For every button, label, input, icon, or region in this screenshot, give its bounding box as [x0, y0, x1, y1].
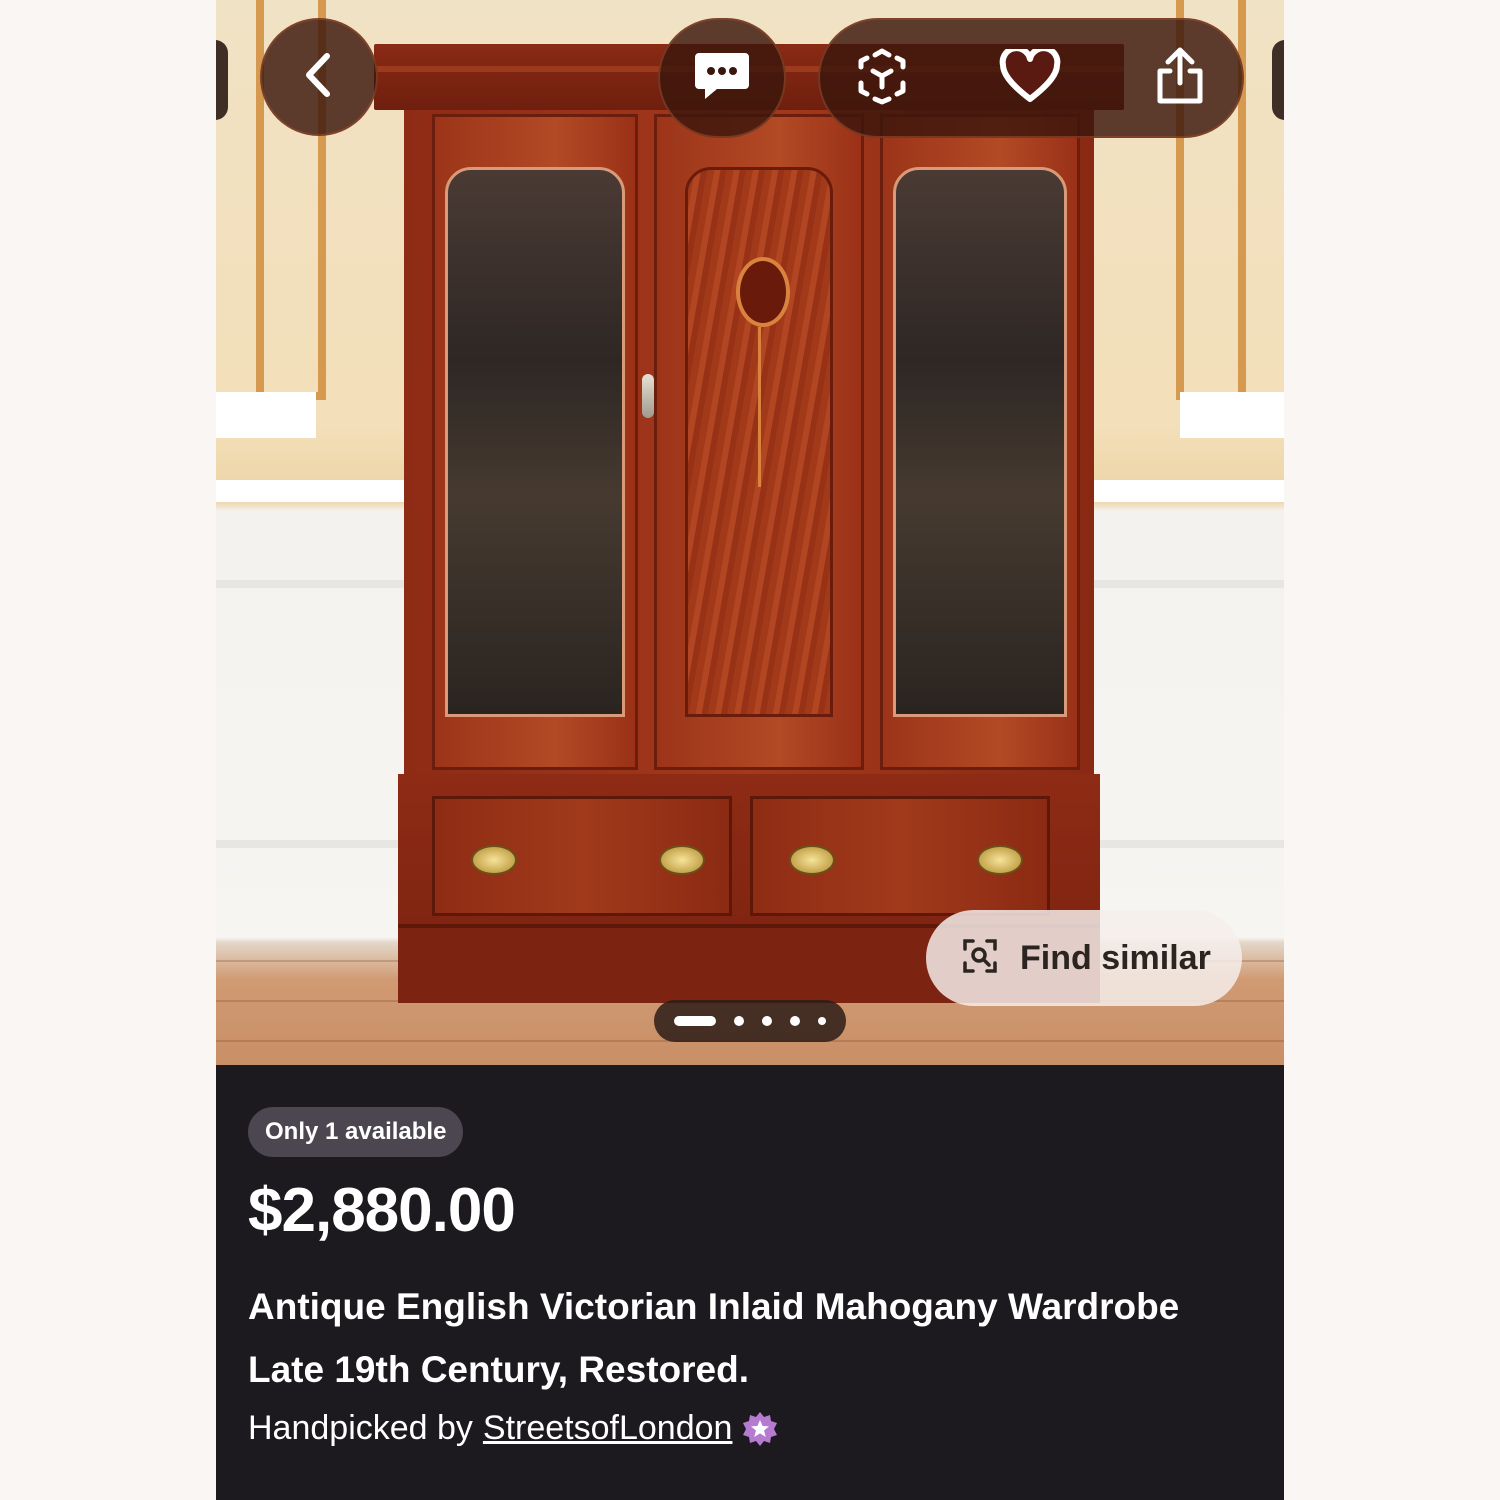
wardrobe-door-left: [432, 114, 638, 770]
listing-title: Antique English Victorian Inlaid Mahogan…: [248, 1286, 1180, 1390]
drawer-pull: [471, 845, 517, 875]
wall-shelf-right: [1180, 392, 1284, 438]
handpicked-line: Handpicked by StreetsofLondon: [248, 1409, 778, 1448]
mirror-right: [893, 167, 1067, 717]
drawer-left: [432, 796, 732, 916]
back-button[interactable]: [260, 18, 378, 136]
app-screen: Find similar Only 1 available $2,880.00 …: [216, 0, 1284, 1500]
next-image-peek: [1272, 40, 1284, 120]
drawer-pull: [977, 845, 1023, 875]
page-indicator[interactable]: [818, 1017, 826, 1025]
find-similar-button[interactable]: Find similar: [926, 910, 1242, 1006]
listing-info-panel: Only 1 available $2,880.00 Antique Engli…: [216, 1065, 1284, 1500]
page-indicator-active[interactable]: [674, 1016, 716, 1026]
wardrobe-door-center: [654, 114, 864, 770]
availability-badge: Only 1 available: [248, 1107, 464, 1157]
page-indicator[interactable]: [790, 1016, 800, 1026]
chat-bubble-ellipsis-icon: [693, 49, 751, 108]
image-pagination[interactable]: [654, 1000, 846, 1042]
action-pill: [818, 18, 1244, 138]
view-in-room-button[interactable]: [842, 38, 922, 118]
inlay-medallion: [736, 257, 790, 327]
page-indicator[interactable]: [762, 1016, 772, 1026]
handpicked-prefix: Handpicked by: [248, 1409, 473, 1447]
chevron-left-icon: [299, 50, 339, 105]
wall-shelf-left: [216, 392, 316, 438]
favorite-button[interactable]: [990, 38, 1070, 118]
price: $2,880.00: [248, 1176, 516, 1245]
message-seller-button[interactable]: [658, 18, 786, 138]
star-seal-icon: [742, 1411, 778, 1447]
drawer-pull: [659, 845, 705, 875]
find-similar-label: Find similar: [1020, 938, 1211, 977]
inlay-garland: [758, 327, 761, 487]
wardrobe: [374, 44, 1124, 1003]
visual-search-icon: [962, 938, 998, 979]
share-upload-icon: [1152, 47, 1208, 110]
door-handle-left: [642, 374, 654, 418]
wardrobe-door-right: [880, 114, 1080, 770]
seller-link[interactable]: StreetsofLondon: [483, 1409, 733, 1448]
prev-image-peek: [216, 40, 228, 120]
ar-cube-icon: [853, 47, 911, 110]
heart-icon: [999, 44, 1061, 108]
page-indicator[interactable]: [734, 1016, 744, 1026]
mirror-left: [445, 167, 625, 717]
drawer-pull: [789, 845, 835, 875]
product-image[interactable]: Find similar: [216, 0, 1284, 1065]
drawer-right: [750, 796, 1050, 916]
share-button[interactable]: [1140, 38, 1220, 118]
